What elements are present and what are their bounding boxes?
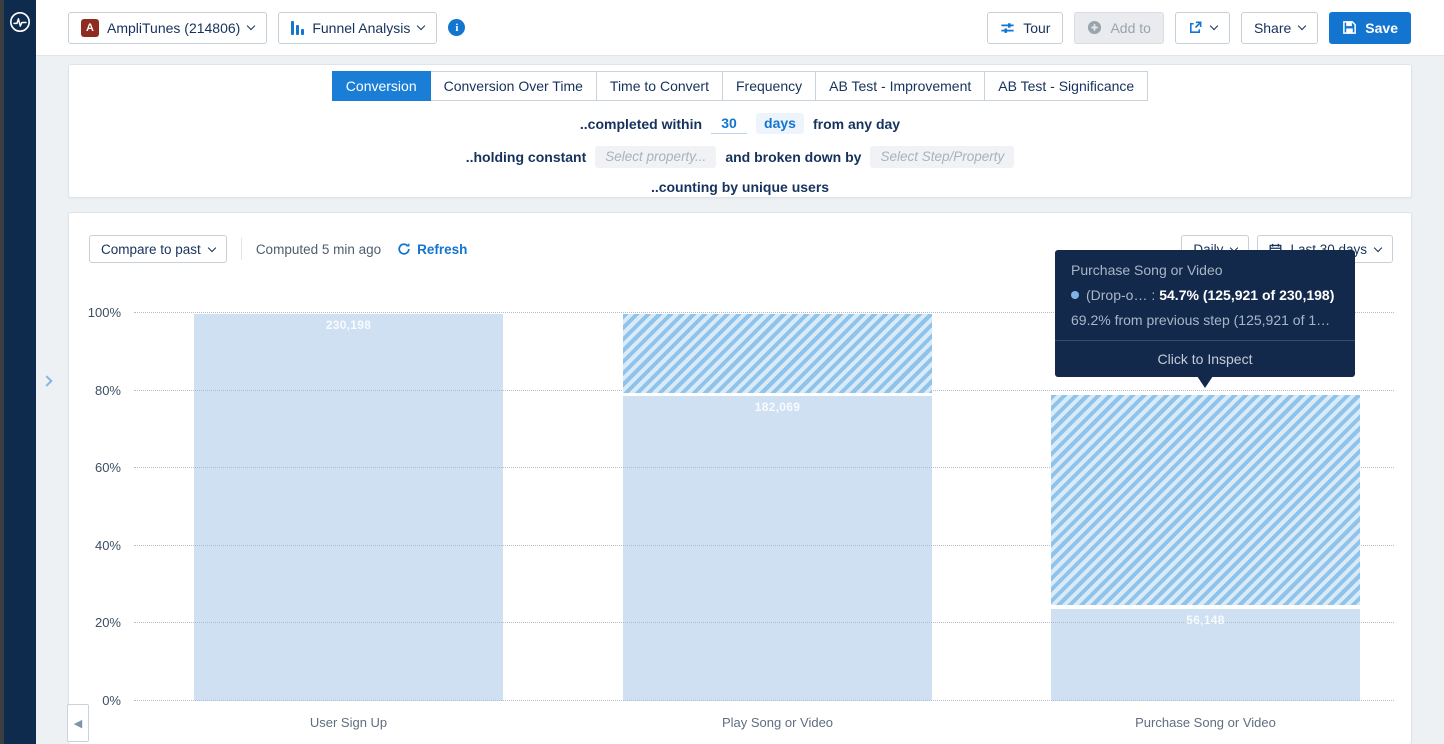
save-label: Save [1365, 20, 1398, 36]
bar-value-label: 56,148 [1051, 613, 1360, 627]
y-tick-label: 20% [63, 615, 121, 630]
tooltip-title: Purchase Song or Video [1071, 262, 1339, 278]
y-tick-label: 80% [63, 383, 121, 398]
y-tick-label: 40% [63, 538, 121, 553]
holding-constant-select[interactable]: Select property... [595, 146, 716, 168]
funnel-bar-segment-hatched[interactable] [1051, 395, 1360, 605]
add-to-label: Add to [1110, 20, 1150, 36]
funnel-bar-user-sign-up[interactable]: 230,198 [194, 313, 503, 701]
funnel-chart-icon [291, 21, 304, 35]
top-header: A AmpliTunes (214806) Funnel Analysis i … [36, 0, 1444, 56]
export-button[interactable] [1175, 12, 1230, 44]
drop-off-bullet-icon [1071, 291, 1079, 299]
amplitude-logo-icon[interactable] [9, 11, 31, 33]
tooltip-click-to-inspect[interactable]: Click to Inspect [1055, 340, 1355, 377]
bar-value-label: 182,069 [623, 400, 932, 414]
completed-within-unit-select[interactable]: days [756, 113, 804, 134]
expand-panel-chevron-icon[interactable] [42, 374, 58, 390]
broken-down-by-select[interactable]: Select Step/Property [870, 146, 1014, 168]
tooltip-series-line: (Drop-o… : 54.7% (125,921 of 230,198) [1071, 287, 1339, 303]
share-label: Share [1254, 20, 1291, 36]
tour-button[interactable]: Tour [987, 12, 1063, 44]
funnel-bar-segment-hatched[interactable] [623, 314, 932, 393]
counting-by-label[interactable]: ..counting by unique users [651, 179, 829, 195]
add-to-plus-icon [1087, 20, 1102, 35]
tooltip-arrow [1197, 376, 1213, 388]
divider [241, 238, 242, 260]
compare-to-past-label: Compare to past [101, 242, 201, 257]
tooltip-value: 54.7% (125,921 of 230,198) [1159, 287, 1334, 303]
share-button[interactable]: Share [1241, 12, 1318, 44]
funnel-bar-segment-solid[interactable]: 56,148 [1051, 609, 1360, 701]
app-window: A AmpliTunes (214806) Funnel Analysis i … [0, 0, 1444, 744]
refresh-link[interactable]: Refresh [397, 242, 467, 257]
chevron-down-icon [208, 243, 216, 251]
tab-conversion-over-time[interactable]: Conversion Over Time [430, 71, 597, 101]
view-tabs: ConversionConversion Over TimeTime to Co… [69, 71, 1411, 101]
chevron-down-icon [1298, 22, 1306, 30]
counting-by-row: ..counting by unique users [69, 179, 1411, 195]
x-axis-labels: User Sign Up Play Song or Video Purchase S… [134, 715, 1394, 735]
x-axis-label: Purchase Song or Video [1051, 715, 1360, 730]
bar-value-label: 230,198 [194, 318, 503, 332]
from-any-day-label: from any day [813, 116, 900, 132]
chevron-down-icon [1210, 22, 1218, 30]
tab-ab-test-improvement[interactable]: AB Test - Improvement [815, 71, 985, 101]
header-right-group: Tour Add to Share [987, 12, 1411, 44]
export-icon [1188, 20, 1203, 35]
tab-conversion[interactable]: Conversion [332, 71, 431, 101]
y-tick-label: 60% [63, 460, 121, 475]
collapse-panel-arrow-icon[interactable]: ◀ [67, 704, 89, 742]
tooltip-body: Purchase Song or Video (Drop-o… : 54.7% … [1055, 250, 1355, 340]
chart-tooltip: Purchase Song or Video (Drop-o… : 54.7% … [1055, 250, 1355, 377]
funnel-bar-segment-solid[interactable]: 230,198 [194, 314, 503, 701]
chevron-down-icon [247, 22, 255, 30]
analysis-type-selector[interactable]: Funnel Analysis [278, 12, 437, 44]
info-icon[interactable]: i [448, 19, 465, 36]
tab-frequency[interactable]: Frequency [722, 71, 816, 101]
tab-time-to-convert[interactable]: Time to Convert [596, 71, 723, 101]
add-to-button[interactable]: Add to [1074, 12, 1163, 44]
tooltip-secondary: 69.2% from previous step (125,921 of 1… [1071, 312, 1339, 328]
completed-within-row: ..completed within 30 days from any day [69, 113, 1411, 134]
computed-timestamp: Computed 5 min ago [256, 242, 381, 257]
tooltip-series-label: (Drop-o… : [1086, 287, 1155, 303]
project-selector[interactable]: A AmpliTunes (214806) [68, 12, 267, 44]
compare-to-past-button[interactable]: Compare to past [89, 235, 227, 263]
analysis-name: Funnel Analysis [312, 20, 410, 36]
project-badge: A [81, 19, 99, 37]
chevron-down-icon [417, 22, 425, 30]
broken-down-by-label: and broken down by [725, 149, 861, 165]
funnel-setup-card: ConversionConversion Over TimeTime to Co… [68, 64, 1412, 198]
header-left-group: A AmpliTunes (214806) Funnel Analysis i [68, 12, 465, 44]
nav-sidebar [4, 0, 36, 744]
tour-sliders-icon [1000, 21, 1015, 35]
save-button[interactable]: Save [1329, 12, 1411, 44]
tour-label: Tour [1023, 20, 1050, 36]
holding-constant-row: ..holding constant Select property... an… [69, 146, 1411, 168]
project-name: AmpliTunes (214806) [107, 20, 240, 36]
tab-ab-test-significance[interactable]: AB Test - Significance [984, 71, 1148, 101]
funnel-bar-play-song-or-video[interactable]: 182,069 [623, 313, 932, 701]
save-icon [1342, 20, 1357, 35]
completed-within-input[interactable]: 30 [711, 114, 747, 134]
y-axis: 100%80%60%40%20%0% [69, 313, 127, 701]
holding-constant-label: ..holding constant [466, 149, 587, 165]
chevron-down-icon [1374, 243, 1382, 251]
y-tick-label: 100% [63, 305, 121, 320]
refresh-icon [397, 242, 411, 256]
completed-within-label: ..completed within [580, 116, 702, 132]
funnel-bar-segment-solid[interactable]: 182,069 [623, 396, 932, 701]
refresh-label: Refresh [417, 242, 467, 257]
x-axis-label: Play Song or Video [623, 715, 932, 730]
x-axis-label: User Sign Up [194, 715, 503, 730]
